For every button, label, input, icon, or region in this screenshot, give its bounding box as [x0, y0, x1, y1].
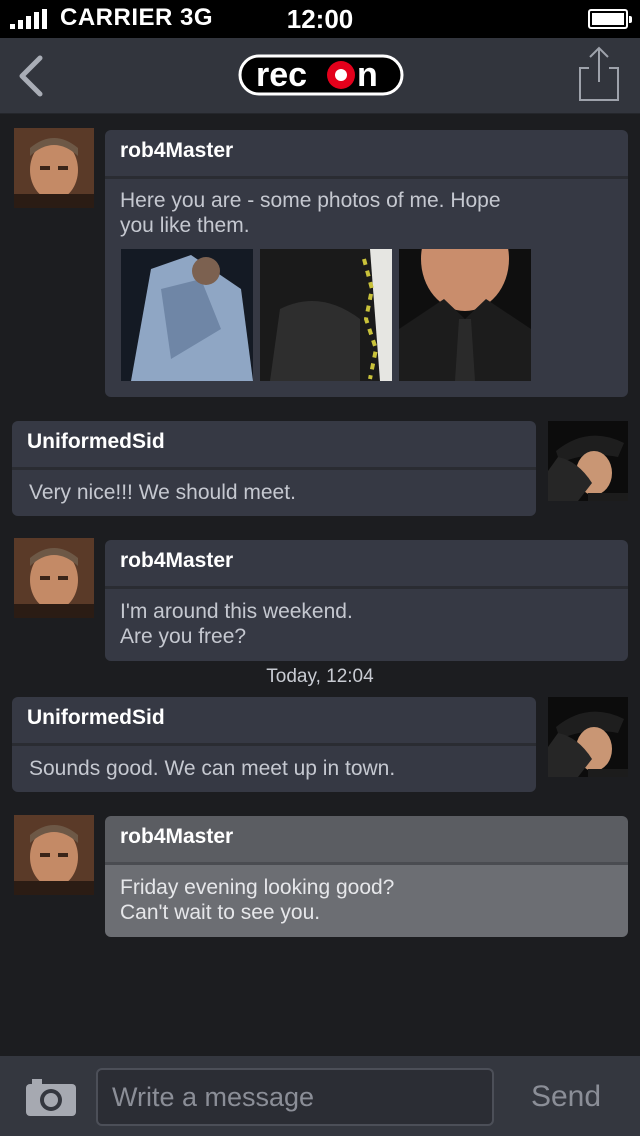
message-composer: Send: [0, 1056, 640, 1136]
battery-icon: [588, 9, 632, 29]
sender-name: rob4Master: [105, 130, 628, 176]
message-bubble: Friday evening looking good? Can't wait …: [105, 865, 628, 937]
sender-name: rob4Master: [105, 540, 628, 586]
photo-thumbnail[interactable]: [121, 249, 253, 381]
message-text: I'm around this weekend. Are you free?: [120, 600, 353, 648]
status-bar: CARRIER 3G 12:00: [0, 0, 640, 38]
message-bubble: Sounds good. We can meet up in town.: [12, 746, 536, 792]
avatar[interactable]: [14, 815, 94, 895]
message-text: Sounds good. We can meet up in town.: [29, 757, 396, 780]
message-text: Very nice!!! We should meet.: [29, 481, 296, 504]
status-time: 12:00: [286, 4, 354, 34]
sender-name: UniformedSid: [12, 697, 536, 743]
camera-icon[interactable]: [26, 1076, 76, 1116]
avatar[interactable]: [548, 697, 628, 777]
svg-text:n: n: [357, 56, 378, 94]
recon-logo: rec n: [238, 54, 404, 96]
chevron-left-icon[interactable]: [14, 54, 50, 98]
message-text: Friday evening looking good? Can't wait …: [120, 876, 395, 924]
avatar[interactable]: [14, 538, 94, 618]
navigation-bar: rec n: [0, 38, 640, 114]
sender-name: rob4Master: [105, 816, 628, 862]
photo-thumbnail[interactable]: [399, 249, 531, 381]
send-button[interactable]: Send: [508, 1072, 624, 1122]
share-icon[interactable]: [578, 46, 620, 102]
message-bubble: I'm around this weekend. Are you free?: [105, 589, 628, 661]
message-text: Here you are - some photos of me. Hope y…: [120, 189, 501, 237]
sender-name: UniformedSid: [12, 421, 536, 467]
message-input[interactable]: [96, 1068, 494, 1126]
avatar[interactable]: [548, 421, 628, 501]
timestamp: Today, 12:04: [266, 666, 374, 687]
avatar[interactable]: [14, 128, 94, 208]
svg-text:rec: rec: [256, 56, 307, 94]
photo-thumbnail[interactable]: [260, 249, 392, 381]
message-bubble: Very nice!!! We should meet.: [12, 470, 536, 516]
